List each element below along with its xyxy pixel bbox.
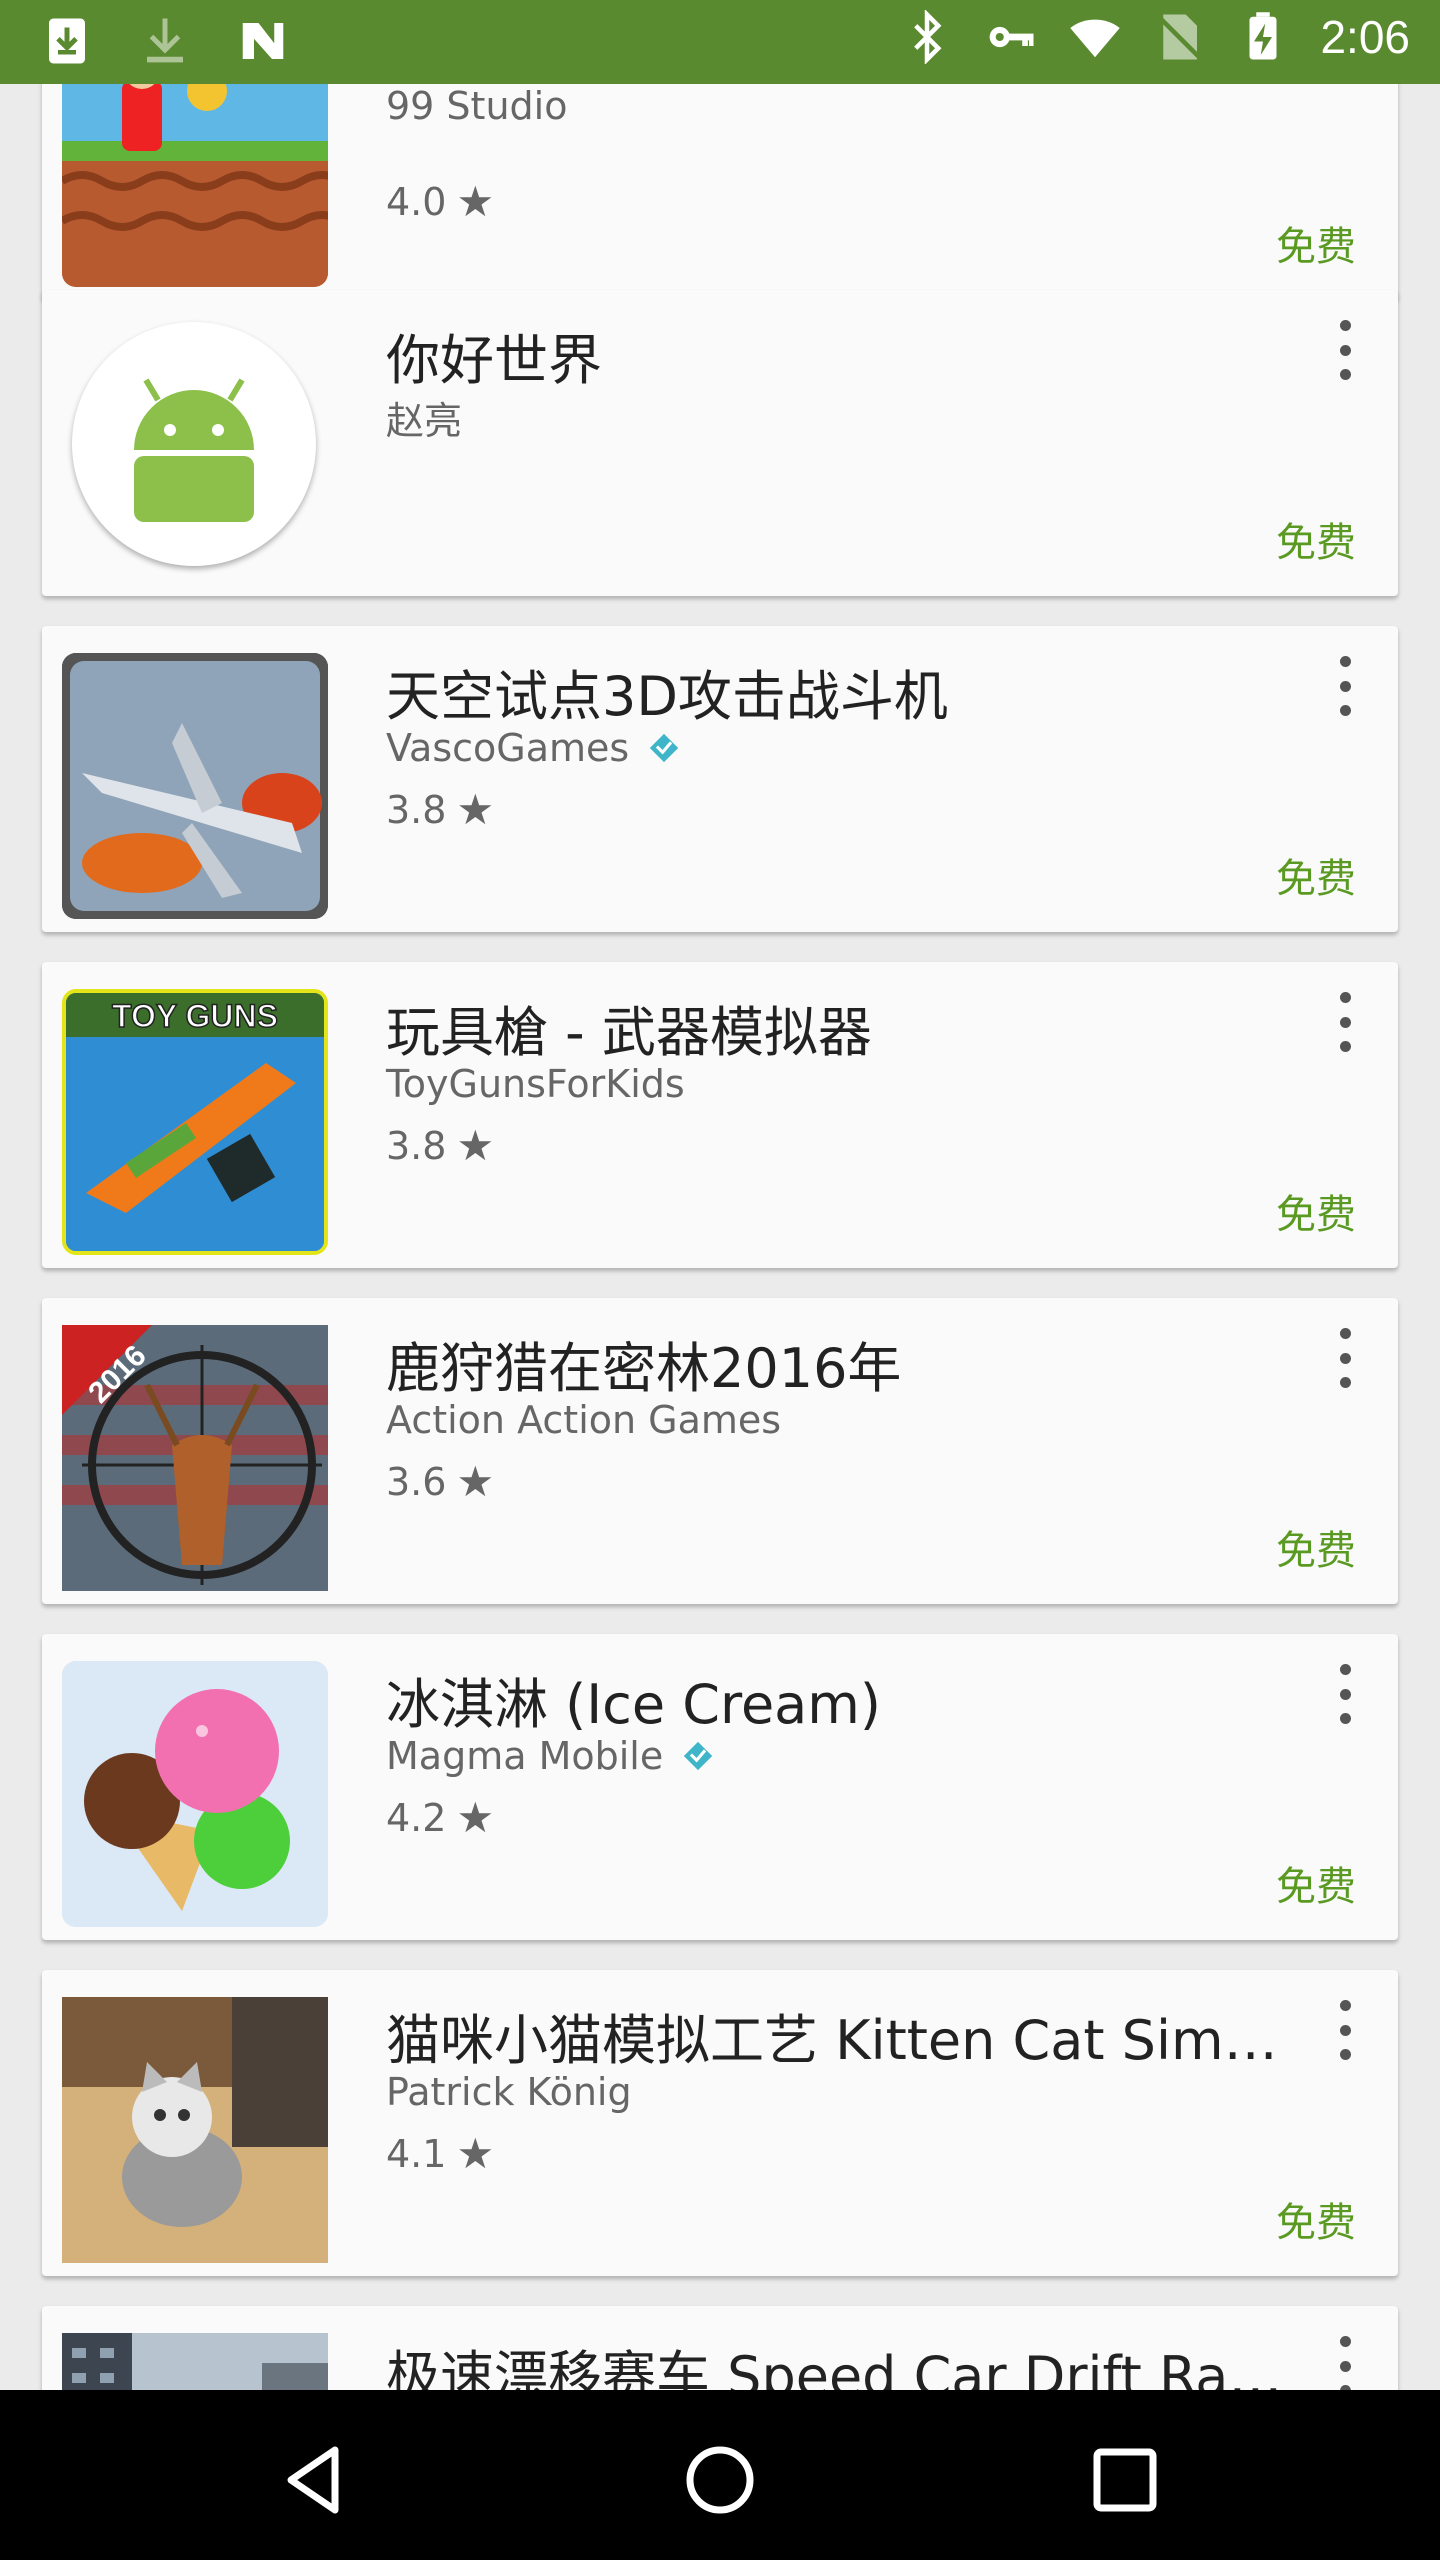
developer-name: 赵亮 bbox=[386, 399, 463, 443]
app-card[interactable]: 99 Studio 4.0 ★ 免费 bbox=[42, 84, 1398, 300]
star-icon: ★ bbox=[456, 1793, 495, 1842]
developer-name: 99 Studio bbox=[386, 84, 568, 128]
developer-name: VascoGames bbox=[386, 726, 681, 770]
overflow-menu-icon[interactable] bbox=[1330, 1328, 1360, 1388]
price-label[interactable]: 免费 bbox=[1276, 846, 1356, 904]
price-label[interactable]: 免费 bbox=[1276, 1854, 1356, 1912]
star-icon: ★ bbox=[456, 1457, 495, 1506]
star-icon: ★ bbox=[456, 1121, 495, 1170]
app-title: 极速漂移赛车 Speed Car Drift Raci.. bbox=[386, 2345, 1286, 2390]
rating: 4.0 ★ bbox=[386, 177, 495, 226]
star-icon: ★ bbox=[456, 2129, 495, 2178]
platformer-game-icon bbox=[62, 84, 328, 287]
verified-badge-icon bbox=[684, 1741, 713, 1771]
fighter-jet-icon bbox=[62, 653, 328, 919]
price-label[interactable]: 免费 bbox=[1276, 510, 1356, 568]
price-label[interactable]: 免费 bbox=[1276, 214, 1356, 272]
overflow-menu-icon[interactable] bbox=[1330, 320, 1360, 380]
city-street-icon bbox=[62, 2333, 328, 2390]
app-card[interactable]: 猫咪小猫模拟工艺 Kitten Cat Simu.. Patrick König… bbox=[42, 1970, 1398, 2276]
price-label[interactable]: 免费 bbox=[1276, 1518, 1356, 1576]
star-icon: ★ bbox=[456, 177, 495, 226]
toy-gun-icon: TOY GUNS bbox=[62, 989, 328, 1255]
rating: 3.6 ★ bbox=[386, 1457, 495, 1506]
navigation-bar bbox=[0, 2390, 1440, 2560]
overflow-menu-icon[interactable] bbox=[1330, 992, 1360, 1052]
app-title: 猫咪小猫模拟工艺 Kitten Cat Simu.. bbox=[386, 2009, 1286, 2072]
app-title: 你好世界 bbox=[386, 329, 602, 392]
app-card[interactable]: 极速漂移赛车 Speed Car Drift Raci.. bbox=[42, 2306, 1398, 2390]
battery-charging-icon bbox=[1249, 12, 1277, 60]
n-logo-icon bbox=[242, 23, 284, 59]
wifi-icon bbox=[1070, 19, 1121, 58]
overflow-menu-icon[interactable] bbox=[1330, 2336, 1360, 2390]
status-bar: 2:06 bbox=[0, 0, 1440, 84]
app-card[interactable]: TOY GUNS 玩具槍 - 武器模拟器 ToyGunsForKids 3.8 ★… bbox=[42, 962, 1398, 1268]
kitten-icon bbox=[62, 1997, 328, 2263]
app-card[interactable]: 2016 鹿狩猎在密林2016年 Action Action Games 3.6… bbox=[42, 1298, 1398, 1604]
developer-name: ToyGunsForKids bbox=[386, 1062, 685, 1106]
app-title: 鹿狩猎在密林2016年 bbox=[386, 1337, 902, 1400]
overflow-menu-icon[interactable] bbox=[1330, 656, 1360, 716]
app-title: 冰淇淋 (Ice Cream) bbox=[386, 1673, 881, 1736]
clock: 2:06 bbox=[1320, 11, 1410, 63]
app-card[interactable]: 你好世界 赵亮 免费 bbox=[42, 290, 1398, 596]
app-list[interactable]: 99 Studio 4.0 ★ 免费 你好世界 赵亮 免费 天空试点3D攻击战斗… bbox=[0, 84, 1440, 2390]
rating: 3.8 ★ bbox=[386, 785, 495, 834]
recents-icon[interactable] bbox=[1085, 2440, 1165, 2520]
verified-badge-icon bbox=[650, 733, 679, 763]
overflow-menu-icon[interactable] bbox=[1330, 2000, 1360, 2060]
developer-name: Action Action Games bbox=[386, 1398, 782, 1442]
app-title: 天空试点3D攻击战斗机 bbox=[386, 665, 948, 728]
overflow-menu-icon[interactable] bbox=[1330, 1664, 1360, 1724]
app-card[interactable]: 冰淇淋 (Ice Cream) Magma Mobile 4.2 ★ 免费 bbox=[42, 1634, 1398, 1940]
rating: 4.2 ★ bbox=[386, 1793, 495, 1842]
developer-name: Patrick König bbox=[386, 2070, 632, 2114]
key-icon bbox=[990, 26, 1034, 48]
no-sim-icon bbox=[1157, 14, 1202, 60]
ice-cream-icon bbox=[62, 1661, 328, 1927]
rating: 4.1 ★ bbox=[386, 2129, 495, 2178]
icon-caption: TOY GUNS bbox=[112, 998, 278, 1034]
app-card[interactable]: 天空试点3D攻击战斗机 VascoGames 3.8 ★ 免费 bbox=[42, 626, 1398, 932]
price-label[interactable]: 免费 bbox=[1276, 1182, 1356, 1240]
back-icon[interactable] bbox=[275, 2440, 355, 2520]
star-icon: ★ bbox=[456, 785, 495, 834]
download-arrow-icon bbox=[147, 18, 183, 63]
app-title: 玩具槍 - 武器模拟器 bbox=[386, 1001, 872, 1064]
android-robot-icon bbox=[72, 322, 316, 566]
download-box-icon bbox=[49, 18, 85, 64]
deer-hunting-icon: 2016 bbox=[62, 1325, 328, 1591]
bluetooth-icon bbox=[914, 10, 942, 64]
price-label[interactable]: 免费 bbox=[1276, 2190, 1356, 2248]
rating: 3.8 ★ bbox=[386, 1121, 495, 1170]
developer-name: Magma Mobile bbox=[386, 1734, 715, 1778]
home-icon[interactable] bbox=[680, 2440, 760, 2520]
